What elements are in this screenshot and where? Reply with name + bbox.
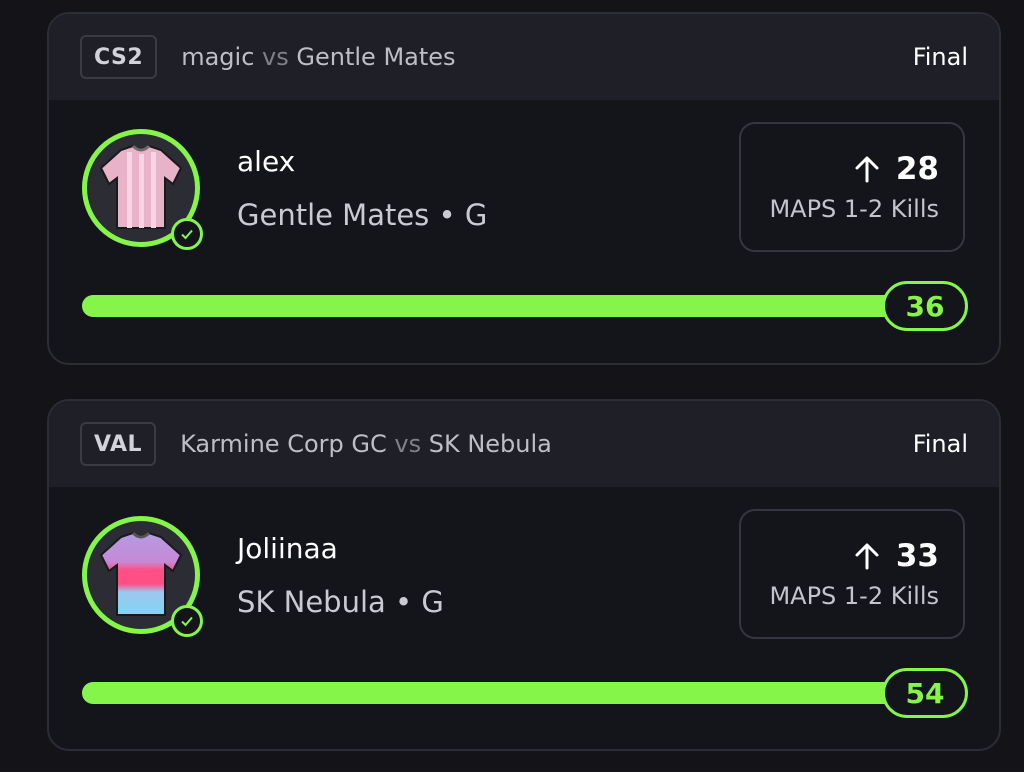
card-header: VAL Karmine Corp GC vs SK Nebula Final xyxy=(49,401,999,487)
game-status: Final xyxy=(912,430,968,458)
progress-track xyxy=(82,295,922,317)
game-status: Final xyxy=(912,43,968,71)
stat-box: 28 MAPS 1-2 Kills xyxy=(739,122,965,252)
stat-label: MAPS 1-2 Kills xyxy=(769,582,939,610)
team-b: Gentle Mates xyxy=(296,43,456,71)
stat-line-row: 33 xyxy=(854,538,939,574)
vs-label: vs xyxy=(394,430,422,458)
result-value: 36 xyxy=(882,281,968,331)
arrow-up-icon xyxy=(855,156,879,183)
stat-line-value: 33 xyxy=(895,538,939,574)
vs-label: vs xyxy=(262,43,289,71)
arrow-up-icon xyxy=(855,543,879,570)
team-a: magic xyxy=(181,43,255,71)
player-name: alex xyxy=(237,145,296,178)
pick-results-page: CS2 magic vs Gentle Mates Final alex Gen… xyxy=(0,0,1024,772)
team-b: SK Nebula xyxy=(428,430,552,458)
stat-box: 33 MAPS 1-2 Kills xyxy=(739,509,965,639)
pick-card[interactable]: VAL Karmine Corp GC vs SK Nebula Final J… xyxy=(47,399,1001,751)
team-a: Karmine Corp GC xyxy=(180,430,387,458)
progress-fill xyxy=(82,682,922,704)
pick-card[interactable]: CS2 magic vs Gentle Mates Final alex Gen… xyxy=(47,12,1001,365)
league-badge: CS2 xyxy=(80,35,158,79)
player-team-position: SK Nebula • G xyxy=(237,585,444,619)
stat-line-row: 28 xyxy=(854,151,939,187)
progress-fill xyxy=(82,295,922,317)
result-value: 54 xyxy=(882,668,968,718)
verified-check-icon xyxy=(171,218,203,250)
card-body: alex Gentle Mates • G 28 MAPS 1-2 Kills … xyxy=(49,100,999,363)
card-header: CS2 magic vs Gentle Mates Final xyxy=(49,14,999,100)
league-badge: VAL xyxy=(80,422,157,466)
matchup: Karmine Corp GC vs SK Nebula xyxy=(180,430,552,458)
card-body: Joliinaa SK Nebula • G 33 MAPS 1-2 Kills… xyxy=(49,487,999,749)
progress-track xyxy=(82,682,922,704)
player-team-position: Gentle Mates • G xyxy=(237,198,488,232)
player-name: Joliinaa xyxy=(237,532,338,565)
jersey-icon xyxy=(99,531,183,616)
jersey-icon xyxy=(99,144,183,229)
matchup: magic vs Gentle Mates xyxy=(181,43,455,71)
stat-line-value: 28 xyxy=(895,151,939,187)
stat-label: MAPS 1-2 Kills xyxy=(769,195,939,223)
verified-check-icon xyxy=(171,605,203,637)
